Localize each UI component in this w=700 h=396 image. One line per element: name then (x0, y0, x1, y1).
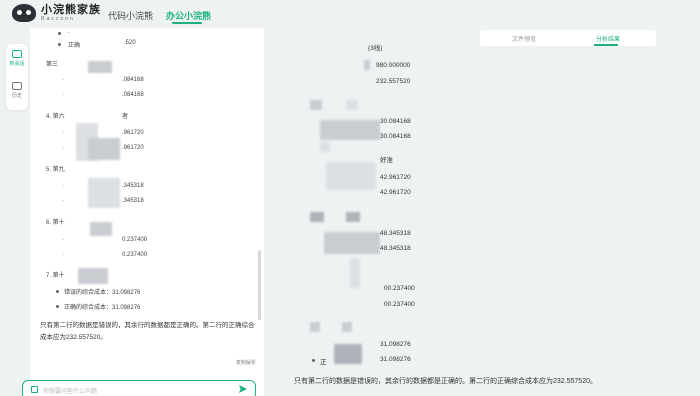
redacted-block (310, 322, 320, 332)
redacted-block (346, 212, 360, 222)
result-summary: 只有第二行的数据是错误的，其余行的数据都是正确的。第二行的正确综合成本应为232… (294, 378, 597, 385)
redacted-block (310, 212, 324, 222)
result-value: 30.084168 (380, 118, 411, 125)
brand-subtitle: Raccoon (41, 15, 75, 22)
result-value: 980.000000 (376, 62, 411, 69)
list-item: · (62, 145, 64, 151)
redacted-block (88, 178, 120, 208)
list-item: · (62, 237, 64, 243)
result-value: 48.345318 (380, 230, 411, 237)
list-item: 4. 第六 (46, 114, 65, 120)
result-value: 48.345318 (380, 245, 411, 252)
chat-scrollbar[interactable] (258, 250, 261, 320)
list-item: · (62, 77, 64, 83)
result-value: 42.961720 (380, 174, 411, 181)
list-value: 0.237400 (122, 252, 148, 258)
panel-tab-indicator (594, 44, 618, 46)
result-value: 31.098276 (380, 356, 411, 363)
redacted-block (90, 222, 112, 236)
redacted-block (320, 120, 380, 140)
rail-label-new-chat: 新会话 (9, 61, 25, 67)
result-value: 30.084168 (380, 133, 411, 140)
new-chat-icon (12, 50, 22, 58)
redacted-block (324, 232, 380, 254)
redacted-block (88, 61, 112, 73)
list-item: . (68, 29, 70, 35)
list-item: · (62, 198, 64, 204)
history-icon (12, 82, 22, 90)
list-item: 正确的综合成本：31.098276 (64, 305, 141, 311)
list-value: .345318 (122, 198, 144, 204)
raccoon-logo-icon (12, 4, 36, 22)
tab-analysis-result[interactable]: 分析结果 (596, 34, 620, 43)
active-tab-indicator (172, 22, 202, 24)
result-value: (3线) (368, 45, 383, 52)
result-bullet-prefix: 正 (320, 359, 327, 366)
redacted-block (342, 322, 352, 332)
logo[interactable]: 小浣熊家族 Raccoon (12, 4, 101, 22)
result-value: 42.961720 (380, 189, 411, 196)
redacted-block (334, 344, 362, 364)
list-item: 正确 (68, 43, 81, 49)
rail-item-history[interactable]: 历史 (6, 82, 28, 99)
list-value: .520 (124, 40, 136, 46)
list-value: 0.237400 (122, 237, 148, 243)
chat-input[interactable]: 你想要问些什么问题 (22, 380, 256, 396)
top-bar: 小浣熊家族 Raccoon 代码小浣熊 办公小浣熊 (0, 0, 700, 28)
list-value: 者 (122, 114, 129, 120)
result-value: 00.237400 (384, 285, 415, 292)
result-value: 00.237400 (384, 301, 415, 308)
list-item: · (62, 252, 64, 258)
input-placeholder: 你想要问些什么问题 (43, 389, 98, 395)
list-value: .961720 (122, 145, 144, 151)
tab-file-preview[interactable]: 文件预览 (512, 34, 536, 43)
list-value: .961720 (122, 130, 144, 136)
redacted-block (364, 60, 370, 70)
list-value: .084168 (122, 77, 144, 83)
tab-office-raccoon[interactable]: 办公小浣熊 (166, 9, 211, 22)
redacted-block (310, 100, 322, 110)
result-value: 232.557520 (376, 78, 411, 85)
redacted-block (320, 142, 330, 152)
list-value: .345318 (122, 183, 144, 189)
tab-code-raccoon[interactable]: 代码小浣熊 (108, 9, 153, 22)
redacted-block (326, 162, 376, 190)
redacted-block (78, 268, 108, 284)
list-item: 错误的综合成本：31.098276 (64, 290, 141, 296)
list-item: · (62, 183, 64, 189)
result-value: 31.098276 (380, 341, 411, 348)
list-item: 6. 第十 (46, 220, 65, 226)
list-item: 第三 (46, 62, 59, 68)
list-item: · (62, 92, 64, 98)
rail-label-history: 历史 (11, 93, 22, 99)
list-item: · (62, 130, 64, 136)
chat-panel: . 正确 .520 第三 · .084168 · .084168 4. 第六 者… (30, 28, 264, 396)
list-item: 7. 第十 (46, 273, 65, 279)
result-value: 好准 (380, 157, 393, 164)
redacted-block (346, 100, 358, 110)
brand-title: 小浣熊家族 (41, 3, 101, 16)
attach-icon[interactable] (31, 386, 38, 393)
panel-tabs: 文件预览 分析结果 (480, 30, 656, 46)
analysis-panel: 文件预览 分析结果 (3线) 980.000000 232.557520 30.… (290, 28, 690, 396)
list-value: .084168 (122, 92, 144, 98)
list-item: 5. 第九 (46, 167, 65, 173)
chat-summary: 只有第二行的数据是错误的，其余行的数据都是正确的。第二行的正确综合成本应为232… (40, 322, 255, 341)
rail-item-new-chat[interactable]: 新会话 (6, 50, 28, 67)
copy-analysis-button[interactable]: 复制解析 (236, 359, 256, 366)
side-rail: 新会话 历史 (6, 44, 28, 110)
send-icon[interactable] (239, 385, 247, 393)
redacted-block (350, 258, 360, 288)
redacted-block (88, 138, 120, 160)
